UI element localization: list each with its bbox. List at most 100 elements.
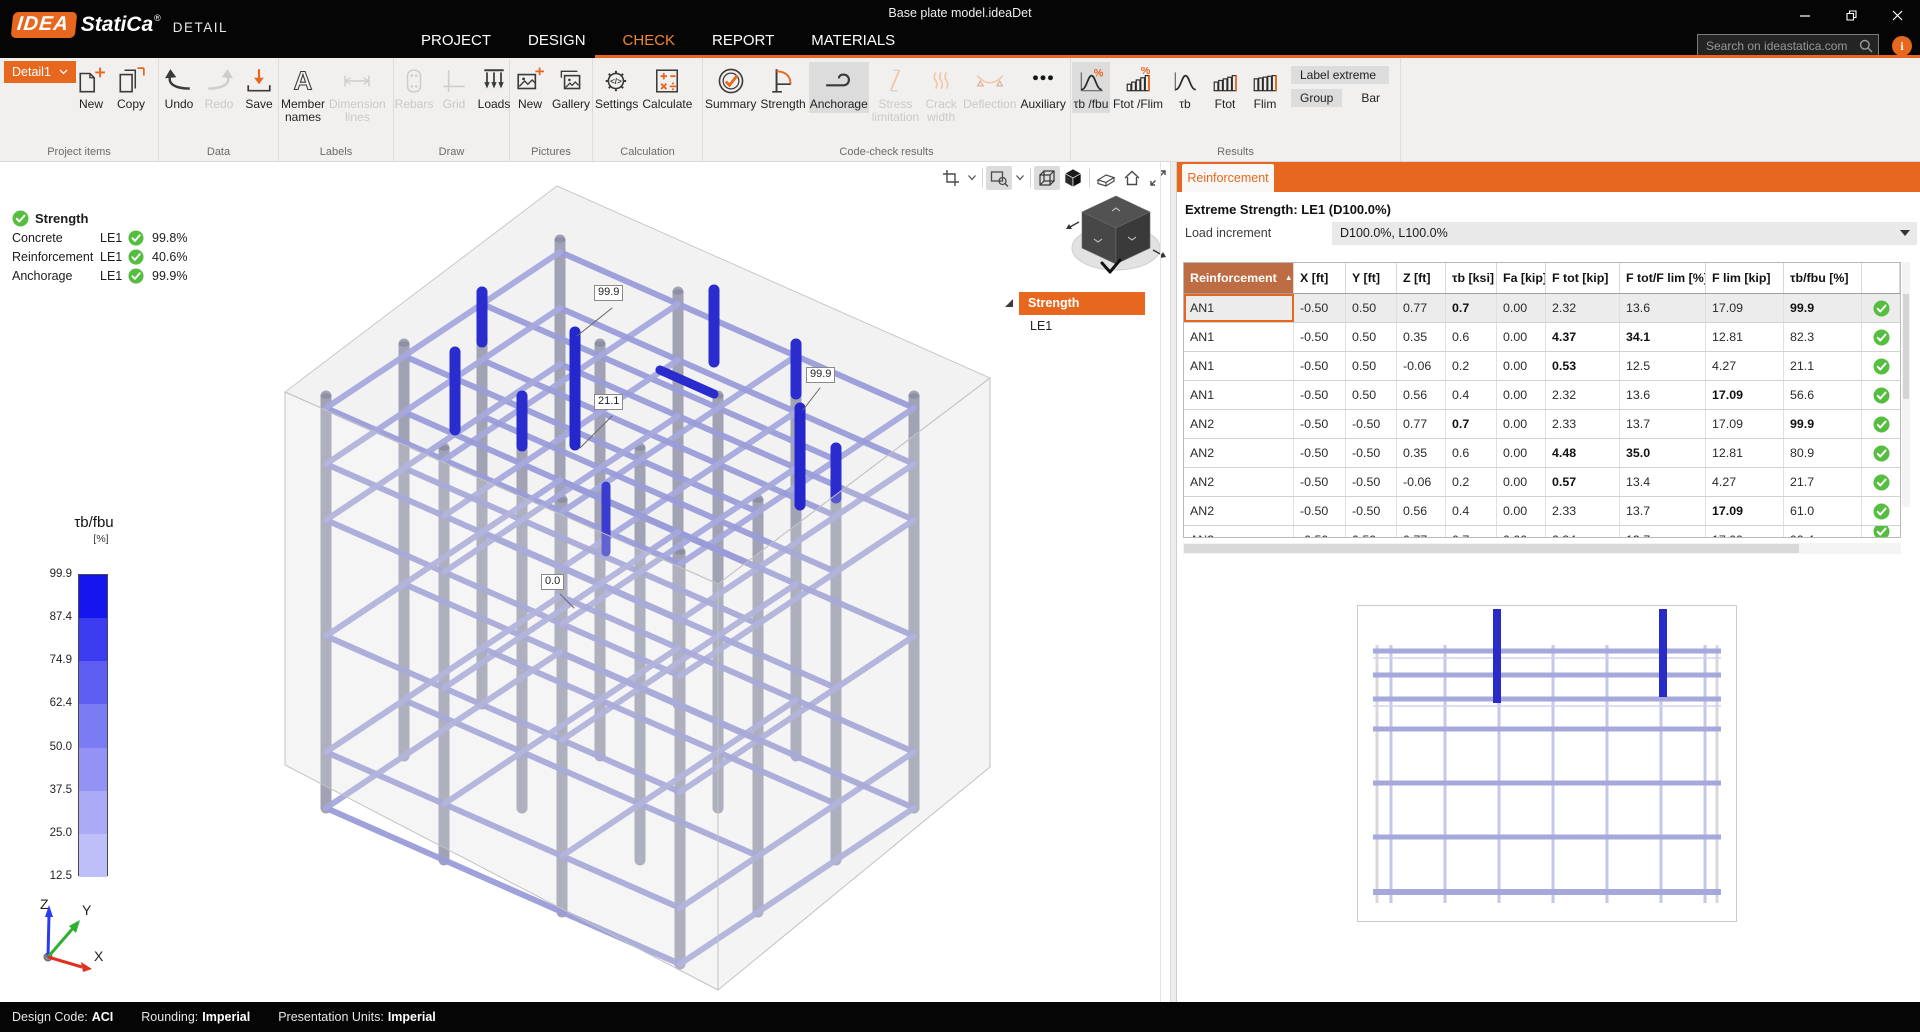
table-cell[interactable]: 0.77 <box>1397 410 1446 438</box>
strength-check-button[interactable]: Strength <box>759 62 806 113</box>
tree-item-le1[interactable]: LE1 <box>1030 319 1052 333</box>
table-cell[interactable]: 21.1 <box>1784 352 1862 380</box>
table-cell[interactable]: 61.0 <box>1784 497 1862 525</box>
column-header[interactable]: Reinforcement▲ <box>1184 263 1294 293</box>
table-cell[interactable]: 2.34 <box>1546 526 1620 537</box>
table-cell[interactable]: 0.53 <box>1546 352 1620 380</box>
scrollbar-thumb[interactable] <box>1903 294 1909 399</box>
table-cell[interactable]: AN3 <box>1184 526 1294 537</box>
auxiliary-button[interactable]: Auxiliary <box>1020 62 1067 113</box>
copy-button[interactable]: Copy <box>112 62 150 113</box>
new-item-button[interactable]: New <box>72 62 110 113</box>
table-cell[interactable]: 0.00 <box>1497 526 1546 537</box>
table-cell[interactable]: 0.00 <box>1497 352 1546 380</box>
table-cell[interactable]: 12.5 <box>1620 352 1706 380</box>
undo-button[interactable]: Undo <box>160 62 198 113</box>
table-cell[interactable]: -0.50 <box>1294 468 1346 496</box>
tree-expand-icon[interactable] <box>1004 298 1014 308</box>
table-cell[interactable]: 34.1 <box>1620 323 1706 351</box>
table-cell[interactable]: -0.06 <box>1397 352 1446 380</box>
table-cell[interactable]: 13.7 <box>1620 410 1706 438</box>
search-input[interactable] <box>1698 35 1856 56</box>
column-header[interactable]: X [ft] <box>1294 263 1346 293</box>
table-cell[interactable]: 17.09 <box>1706 526 1784 537</box>
table-cell[interactable]: -0.06 <box>1397 468 1446 496</box>
navigation-cube[interactable] <box>1064 190 1168 282</box>
bar-toggle[interactable]: Bar <box>1352 89 1389 107</box>
table-cell[interactable]: 21.7 <box>1784 468 1862 496</box>
column-header[interactable]: Fa [kip] <box>1497 263 1546 293</box>
minimize-button[interactable] <box>1782 0 1828 30</box>
table-cell[interactable]: 0.7 <box>1446 526 1497 537</box>
table-row[interactable]: AN1-0.500.500.560.40.002.3213.617.0956.6 <box>1184 381 1900 410</box>
table-cell[interactable]: 0.50 <box>1346 526 1397 537</box>
table-cell[interactable]: 0.50 <box>1346 352 1397 380</box>
loads-button[interactable]: Loads <box>475 62 513 113</box>
table-cell[interactable]: 99.4 <box>1784 526 1862 537</box>
table-cell[interactable]: 82.3 <box>1784 323 1862 351</box>
table-cell[interactable]: 0.6 <box>1446 323 1497 351</box>
table-cell[interactable]: -0.50 <box>1294 352 1346 380</box>
restore-button[interactable] <box>1828 0 1874 30</box>
panel-splitter[interactable] <box>1170 162 1177 1002</box>
solid-view-button[interactable] <box>1060 166 1086 190</box>
group-toggle[interactable]: Group <box>1291 89 1342 107</box>
scrollbar-thumb[interactable] <box>1184 544 1799 553</box>
table-cell[interactable]: 0.00 <box>1497 323 1546 351</box>
table-cell[interactable]: 0.7 <box>1446 294 1497 322</box>
table-cell[interactable]: -0.50 <box>1294 294 1346 322</box>
table-cell[interactable]: 56.6 <box>1784 381 1862 409</box>
result-flim-button[interactable]: Flim <box>1246 62 1284 113</box>
column-header[interactable]: τb/fbu [%] <box>1784 263 1862 293</box>
table-cell[interactable]: 0.00 <box>1497 381 1546 409</box>
table-cell[interactable]: -0.50 <box>1294 497 1346 525</box>
close-button[interactable] <box>1874 0 1920 30</box>
menu-materials[interactable]: MATERIALS <box>811 28 895 55</box>
table-cell[interactable]: AN1 <box>1184 381 1294 409</box>
home-view-button[interactable] <box>1119 166 1145 190</box>
table-cell[interactable]: 0.57 <box>1546 468 1620 496</box>
result-tb-button[interactable]: τb <box>1166 62 1204 113</box>
result-ftot-button[interactable]: Ftot <box>1206 62 1244 113</box>
table-cell[interactable]: 99.9 <box>1784 294 1862 322</box>
table-cell[interactable]: -0.50 <box>1294 410 1346 438</box>
gallery-button[interactable]: Gallery <box>551 62 591 113</box>
table-row[interactable]: AN2-0.50-0.50-0.060.20.000.5713.44.2721.… <box>1184 468 1900 497</box>
table-cell[interactable]: 0.00 <box>1497 497 1546 525</box>
column-header[interactable]: F tot/F lim [%] <box>1620 263 1706 293</box>
table-cell[interactable]: -0.50 <box>1346 468 1397 496</box>
table-cell[interactable]: AN2 <box>1184 410 1294 438</box>
table-cell[interactable]: AN1 <box>1184 352 1294 380</box>
3d-scene[interactable] <box>0 162 1170 1002</box>
table-row[interactable]: AN1-0.500.500.770.70.002.3213.617.0999.9 <box>1184 294 1900 323</box>
table-cell[interactable]: -0.50 <box>1346 439 1397 467</box>
table-cell[interactable]: -0.50 <box>1294 439 1346 467</box>
zoom-window-button[interactable] <box>986 166 1012 190</box>
table-cell[interactable]: 2.32 <box>1546 294 1620 322</box>
crop-view-button[interactable] <box>938 166 964 190</box>
table-cell[interactable]: 0.00 <box>1497 439 1546 467</box>
table-cell[interactable]: AN2 <box>1184 497 1294 525</box>
table-row[interactable]: AN1-0.500.50-0.060.20.000.5312.54.2721.1 <box>1184 352 1900 381</box>
table-row[interactable]: AN2-0.50-0.500.560.40.002.3313.717.0961.… <box>1184 497 1900 526</box>
column-header[interactable]: Z [ft] <box>1397 263 1446 293</box>
table-cell[interactable]: 17.09 <box>1706 410 1784 438</box>
table-cell[interactable]: 13.7 <box>1620 497 1706 525</box>
detail-selector[interactable]: Detail1 <box>4 61 76 83</box>
result-ftot-flim-button[interactable]: % Ftot /Flim <box>1112 62 1164 113</box>
table-row[interactable]: AN1-0.500.500.350.60.004.3734.112.8182.3 <box>1184 323 1900 352</box>
table-cell[interactable]: AN2 <box>1184 439 1294 467</box>
table-horizontal-scrollbar[interactable] <box>1183 543 1901 554</box>
table-cell[interactable]: -0.50 <box>1294 323 1346 351</box>
table-cell[interactable]: 2.32 <box>1546 381 1620 409</box>
table-cell[interactable]: 35.0 <box>1620 439 1706 467</box>
table-cell[interactable]: 0.50 <box>1346 381 1397 409</box>
table-cell[interactable]: -0.50 <box>1294 526 1346 537</box>
table-cell[interactable]: 0.56 <box>1397 497 1446 525</box>
column-header[interactable]: Y [ft] <box>1346 263 1397 293</box>
fit-view-button[interactable] <box>1145 166 1171 190</box>
table-cell[interactable]: 0.77 <box>1397 526 1446 537</box>
table-row[interactable]: AN3-0.500.500.770.70.002.3413.717.0999.4 <box>1184 526 1900 537</box>
table-cell[interactable]: 12.81 <box>1706 323 1784 351</box>
tree-item-strength[interactable]: Strength <box>1019 292 1145 315</box>
